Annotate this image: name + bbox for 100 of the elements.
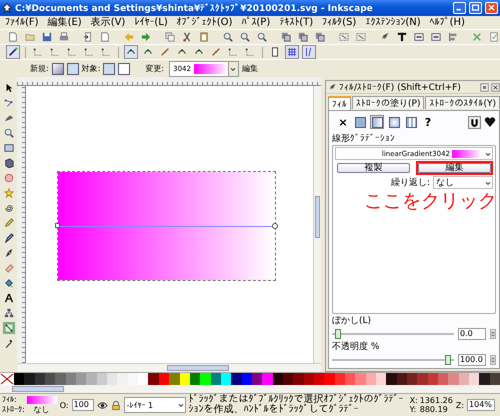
text-tool-icon[interactable] <box>397 32 407 42</box>
edit-button[interactable]: 編集 <box>418 163 491 173</box>
open-folder-icon[interactable] <box>25 32 35 42</box>
color-swatch[interactable] <box>334 373 345 385</box>
menu-item[interactable]: ｵﾌﾞｼﾞｪｸﾄ(O) <box>176 16 232 29</box>
snap-node-icon[interactable] <box>101 47 111 57</box>
color-swatch[interactable] <box>417 373 428 385</box>
color-swatch[interactable] <box>252 373 262 385</box>
panel-tab[interactable]: ｽﾄﾛｰｸの塗り(P) <box>352 96 424 109</box>
color-swatch[interactable] <box>210 373 221 385</box>
import-icon[interactable] <box>83 32 93 42</box>
color-swatch[interactable] <box>14 373 24 385</box>
color-swatch[interactable] <box>314 373 324 385</box>
color-swatch[interactable] <box>458 373 470 385</box>
color-swatch[interactable] <box>345 373 356 385</box>
color-swatch[interactable] <box>272 373 283 385</box>
color-swatch[interactable] <box>396 373 408 385</box>
color-swatch[interactable] <box>158 373 170 385</box>
menu-item[interactable]: ｴｸｽﾃﾝｼｮﾝ(N) <box>365 16 421 29</box>
cut-icon[interactable] <box>182 32 192 42</box>
color-swatch[interactable] <box>262 373 273 385</box>
ellipse-tool-icon[interactable] <box>4 173 14 183</box>
drawing-canvas[interactable] <box>26 86 313 363</box>
export-icon[interactable] <box>100 32 110 42</box>
spin-arrows-icon[interactable] <box>490 328 496 338</box>
paint-bucket-icon[interactable] <box>4 278 14 288</box>
snap-node-icon[interactable] <box>84 47 94 57</box>
document-properties-icon[interactable] <box>489 32 499 42</box>
color-swatch[interactable] <box>231 373 242 385</box>
snap-curve-icon[interactable] <box>126 47 136 57</box>
no-paint-button[interactable]: × <box>336 115 350 129</box>
color-swatch[interactable] <box>242 373 252 385</box>
menu-item[interactable]: ﾌｧｲﾙ(F) <box>5 16 39 29</box>
snap-node-icon[interactable] <box>228 47 238 57</box>
linear-option-icon[interactable] <box>52 62 64 74</box>
menu-item[interactable]: ﾍﾙﾌﾟ(H) <box>430 16 465 29</box>
pen-tool-icon[interactable] <box>4 233 14 243</box>
guide-icon[interactable] <box>304 47 314 57</box>
snap-curve-icon[interactable] <box>143 47 153 57</box>
color-swatch[interactable] <box>86 373 97 385</box>
color-swatch[interactable] <box>200 373 211 385</box>
panel-tab[interactable]: ﾌｨﾙ <box>328 96 351 110</box>
minimize-icon[interactable] <box>453 2 466 14</box>
color-swatch[interactable] <box>107 373 118 385</box>
color-swatch[interactable] <box>220 373 232 385</box>
radial-option-icon[interactable] <box>66 62 79 74</box>
gradient-start-handle[interactable] <box>55 223 60 228</box>
color-swatch[interactable] <box>138 373 148 385</box>
layers-icon[interactable] <box>414 32 424 42</box>
color-swatch[interactable] <box>76 373 86 385</box>
stroke-option-icon[interactable] <box>118 62 130 74</box>
copy-icon[interactable] <box>165 32 175 42</box>
selector-tool-icon[interactable] <box>4 83 14 93</box>
palette-scrollbar[interactable] <box>0 385 500 393</box>
menu-item[interactable]: ﾌｨﾙﾀ(S) <box>322 16 356 29</box>
dropper-tool-icon[interactable] <box>4 338 14 348</box>
fill-option-icon[interactable] <box>103 62 116 74</box>
horizontal-scrollbar[interactable] <box>17 363 321 372</box>
gradient-tool-icon[interactable] <box>4 323 14 333</box>
menu-item[interactable]: 編集(E) <box>48 16 82 29</box>
snap-node-icon[interactable] <box>50 47 60 57</box>
menu-item[interactable]: ﾚｲﾔｰ(L) <box>134 16 168 29</box>
snap-node-icon[interactable] <box>33 47 43 57</box>
number-field[interactable]: 100.0 <box>458 354 486 366</box>
color-swatch[interactable] <box>428 373 438 385</box>
snap-node-icon[interactable] <box>245 47 255 57</box>
connector-tool-icon[interactable] <box>4 308 14 318</box>
maximize-icon[interactable] <box>469 2 482 14</box>
page-border-icon[interactable] <box>270 47 280 57</box>
color-swatch[interactable] <box>366 373 376 385</box>
panel-menu-icon[interactable] <box>480 82 489 92</box>
number-field[interactable]: 0.0 <box>458 328 486 340</box>
vertical-scrollbar[interactable] <box>313 86 321 363</box>
repeat-dropdown[interactable]: なし <box>432 176 493 189</box>
zoom-selection-icon[interactable] <box>223 32 233 42</box>
color-swatch[interactable] <box>55 373 66 385</box>
tweak-tool-icon[interactable] <box>4 113 14 123</box>
eye-icon[interactable] <box>96 400 108 410</box>
color-swatch[interactable] <box>448 373 459 385</box>
color-swatch[interactable] <box>376 373 386 385</box>
color-swatch[interactable] <box>469 373 480 385</box>
no-color-swatch-icon[interactable] <box>0 373 14 385</box>
calligraphy-tool-icon[interactable] <box>4 248 14 258</box>
duplicate-button[interactable]: 複製 <box>337 163 410 173</box>
group-icon[interactable] <box>339 32 349 42</box>
unset-paint-button[interactable]: ? <box>421 115 435 129</box>
spin-arrows-icon[interactable] <box>490 354 496 364</box>
print-icon[interactable] <box>59 32 69 42</box>
pattern-button[interactable] <box>404 115 418 129</box>
unlink-clone-icon[interactable] <box>315 32 325 42</box>
grid-icon[interactable] <box>287 47 297 57</box>
box-tool-icon[interactable] <box>4 158 14 168</box>
paste-icon[interactable] <box>199 32 209 42</box>
color-swatch[interactable] <box>324 373 335 385</box>
color-swatch[interactable] <box>128 373 138 385</box>
slider-thumb[interactable] <box>444 354 451 364</box>
ungroup-icon[interactable] <box>356 32 366 42</box>
snap-toggle-icon[interactable] <box>8 47 18 57</box>
snap-node-icon[interactable] <box>67 47 77 57</box>
slider-thumb[interactable] <box>335 328 341 338</box>
